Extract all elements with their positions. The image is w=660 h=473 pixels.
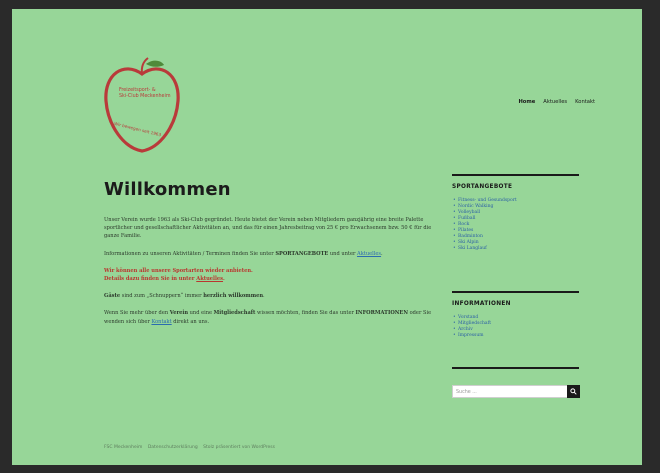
activities-paragraph: Informationen zu unseren Aktivitäten / T… <box>104 250 383 257</box>
browser-frame: Freizeitsport- & Ski-Club Meckenheim Wir… <box>0 0 660 473</box>
informationen-title: INFORMATIONEN <box>452 301 511 307</box>
search-form: Suche ... <box>452 385 580 398</box>
sportangebote-title: SPORTANGEBOTE <box>452 184 513 190</box>
page-content: Unser Verein wurde 1963 als Ski-Club geg… <box>104 216 439 335</box>
intro-paragraph: Unser Verein wurde 1963 als Ski-Club geg… <box>104 217 432 240</box>
membership-paragraph: Wenn Sie mehr über den Verein und eine M… <box>104 310 432 325</box>
search-input[interactable]: Suche ... <box>452 385 567 398</box>
nav-aktuelles[interactable]: Aktuelles <box>543 99 567 105</box>
notice-aktuelles-link[interactable]: Aktuelles <box>196 276 223 282</box>
footer-privacy[interactable]: Datenschutzerklärung <box>148 445 198 450</box>
notice-paragraph: Wir können alle unsere Sportarten wieder… <box>104 267 253 283</box>
widget-divider <box>452 174 579 176</box>
sportangebote-list: Fitness- und Gesundsport Nordic Walking … <box>452 198 579 252</box>
info-item[interactable]: Impressum <box>453 333 579 339</box>
nav-kontakt[interactable]: Kontakt <box>575 99 595 105</box>
search-button[interactable] <box>567 385 580 398</box>
sportangebote-widget: SPORTANGEBOTE Fitness- und Gesundsport N… <box>452 174 579 252</box>
guests-paragraph: Gäste sind zum „Schnuppern“ immer herzli… <box>104 293 265 300</box>
footer-site-name[interactable]: FSC Meckenheim <box>104 445 142 450</box>
logo-text: Freizeitsport- & Ski-Club Meckenheim Wir… <box>114 88 189 137</box>
search-widget <box>452 367 579 377</box>
informationen-list: Vorstand Mitgliedschaft Archiv Impressum <box>452 315 579 339</box>
page-title: Willkommen <box>104 179 231 200</box>
footer-wordpress[interactable]: Stolz präsentiert von WordPress <box>203 445 275 450</box>
widget-divider <box>452 367 579 369</box>
widget-divider <box>452 291 579 293</box>
aktuelles-link[interactable]: Aktuelles <box>357 251 381 257</box>
site-footer: FSC Meckenheim Datenschutzerklärung Stol… <box>104 445 279 450</box>
search-icon <box>570 388 577 395</box>
website: Freizeitsport- & Ski-Club Meckenheim Wir… <box>12 9 642 465</box>
kontakt-link[interactable]: Kontakt <box>151 319 171 325</box>
main-nav: Home Aktuelles Kontakt <box>518 99 595 105</box>
nav-home[interactable]: Home <box>518 99 535 105</box>
logo-line-2: Ski-Club Meckenheim <box>119 94 171 99</box>
sport-item[interactable]: Ski Langlauf <box>453 246 579 252</box>
informationen-widget: INFORMATIONEN Vorstand Mitgliedschaft Ar… <box>452 291 579 339</box>
